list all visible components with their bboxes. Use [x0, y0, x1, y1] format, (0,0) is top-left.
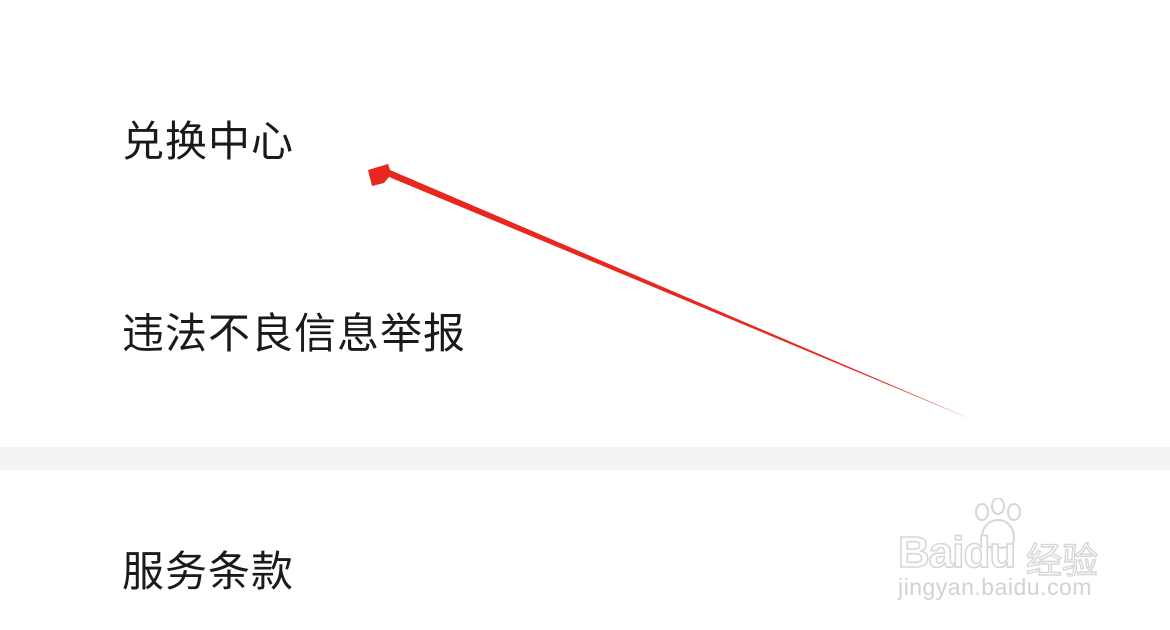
- menu-group-primary: [0, 0, 1170, 447]
- menu-item-label: 违法不良信息举报: [122, 308, 467, 358]
- menu-item-exchange-center[interactable]: 兑换中心: [0, 90, 1170, 186]
- menu-item-label: 服务条款: [122, 546, 295, 596]
- menu-item-label: 兑换中心: [122, 116, 295, 166]
- menu-item-terms-of-service[interactable]: 服务条款: [0, 520, 1170, 616]
- section-separator: [0, 447, 1170, 470]
- settings-screen: 兑换中心 违法不良信息举报 服务条款 Baidu 经验 jingyan.baid…: [0, 0, 1170, 630]
- menu-item-illegal-info-report[interactable]: 违法不良信息举报: [0, 282, 1170, 378]
